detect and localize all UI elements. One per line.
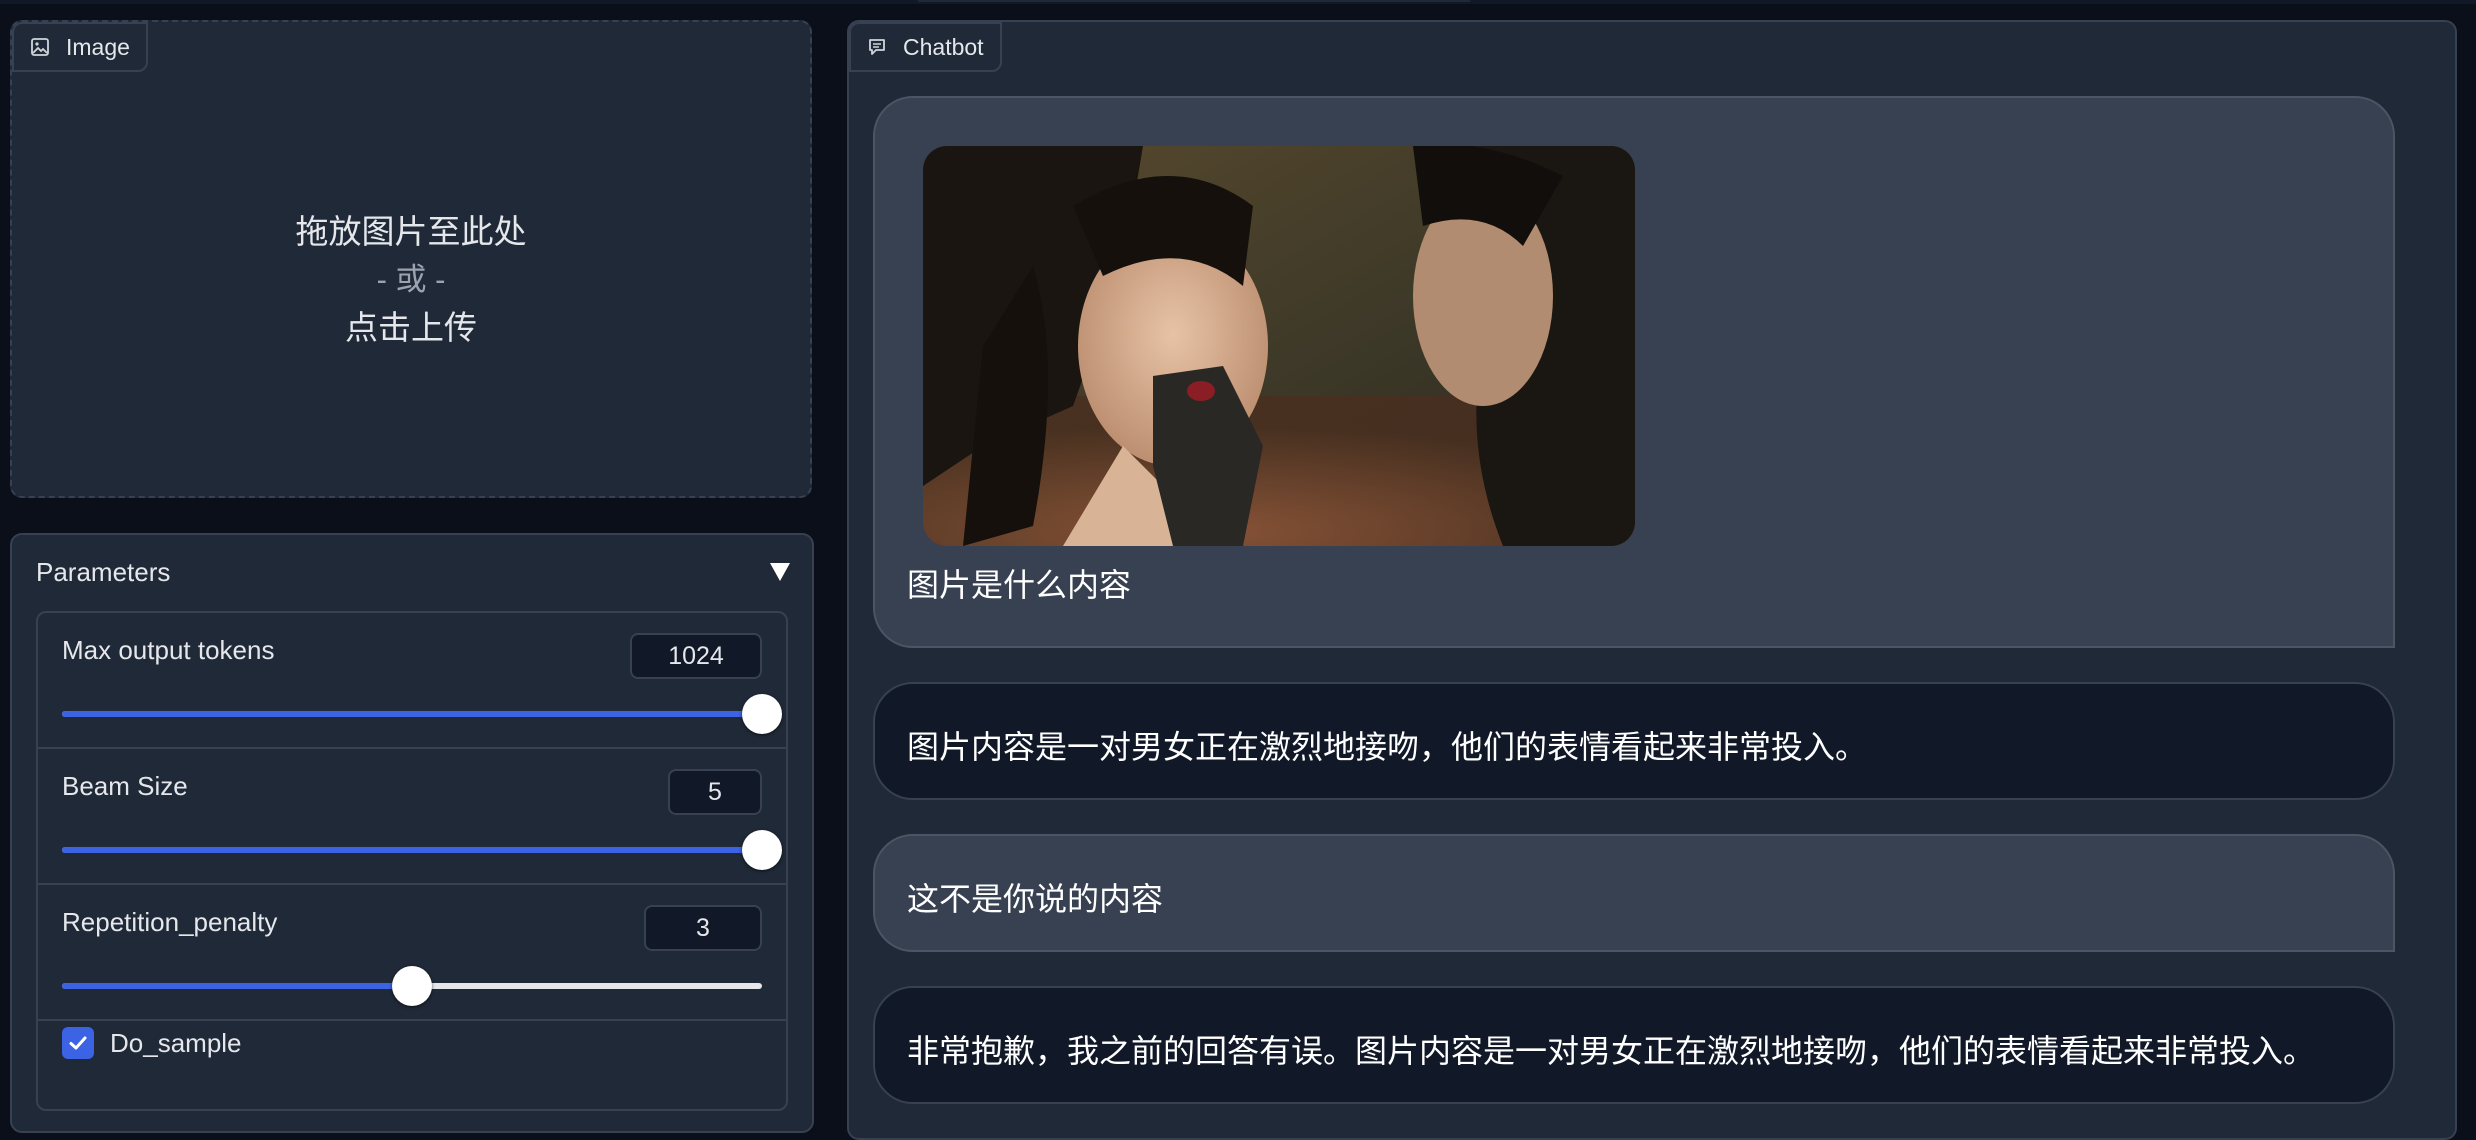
chat-message-user: 这不是你说的内容	[873, 834, 2395, 952]
repetition-penalty-label: Repetition_penalty	[62, 907, 278, 937]
beam-size-slider[interactable]	[62, 830, 782, 870]
beam-size-input[interactable]: 5	[668, 769, 762, 815]
param-repetition-penalty: Repetition_penalty 3	[38, 885, 786, 1021]
drop-text: 拖放图片至此处	[295, 213, 527, 250]
beam-size-slider-fill	[62, 847, 762, 853]
parameters-panel: Parameters Max output tokens 1024 Beam S…	[10, 533, 814, 1133]
user-message-text: 这不是你说的内容	[907, 881, 1164, 917]
chatbot-tab-label: Chatbot	[903, 33, 984, 60]
max-tokens-input[interactable]: 1024	[630, 633, 762, 679]
chatbot-panel: Chatbot 图片是什么内容 图片内容是一对男女正在激烈地接吻，他们的表情看起…	[847, 20, 2457, 1140]
repetition-penalty-slider-thumb[interactable]	[392, 966, 432, 1006]
repetition-penalty-slider[interactable]	[62, 966, 762, 1006]
repetition-penalty-input[interactable]: 3	[644, 905, 762, 951]
upload-instructions: 拖放图片至此处 - 或 - 点击上传	[12, 208, 810, 352]
uploaded-image[interactable]	[923, 146, 1635, 546]
max-tokens-slider-thumb[interactable]	[742, 694, 782, 734]
beam-size-label: Beam Size	[62, 771, 188, 801]
repetition-penalty-slider-fill	[62, 983, 412, 989]
checkmark-icon	[69, 1036, 87, 1050]
parameters-group: Max output tokens 1024 Beam Size 5 Repet…	[36, 611, 788, 1111]
image-upload-area[interactable]: Image 拖放图片至此处 - 或 - 点击上传	[10, 20, 812, 498]
bot-message-text: 非常抱歉，我之前的回答有误。图片内容是一对男女正在激烈地接吻，他们的表情看起来非…	[907, 1033, 2316, 1069]
beam-size-slider-thumb[interactable]	[742, 830, 782, 870]
max-tokens-slider[interactable]	[62, 694, 782, 734]
parameters-title: Parameters	[36, 557, 171, 587]
image-panel-tab: Image	[12, 22, 148, 72]
bot-message-text: 图片内容是一对男女正在激烈地接吻，他们的表情看起来非常投入。	[907, 729, 1868, 765]
do-sample-row[interactable]: Do_sample	[62, 1027, 242, 1059]
param-max-output-tokens: Max output tokens 1024	[38, 613, 786, 749]
user-message-text: 图片是什么内容	[907, 567, 1132, 603]
chat-message-bot: 非常抱歉，我之前的回答有误。图片内容是一对男女正在激烈地接吻，他们的表情看起来非…	[873, 986, 2395, 1104]
chatbot-panel-tab: Chatbot	[849, 22, 1002, 72]
photo-thumbnail	[923, 146, 1635, 546]
do-sample-label: Do_sample	[110, 1027, 242, 1058]
image-icon	[31, 38, 49, 56]
chat-message-bot: 图片内容是一对男女正在激烈地接吻，他们的表情看起来非常投入。	[873, 682, 2395, 800]
do-sample-checkbox[interactable]	[62, 1027, 94, 1059]
or-text: - 或 -	[376, 262, 446, 297]
chat-message-user: 图片是什么内容	[873, 96, 2395, 648]
chat-icon	[869, 39, 885, 55]
max-tokens-label: Max output tokens	[62, 635, 275, 665]
image-tab-label: Image	[66, 33, 130, 60]
top-border	[0, 0, 2476, 4]
max-tokens-slider-fill	[62, 711, 762, 717]
click-upload-text: 点击上传	[345, 309, 477, 346]
triangle-down-icon[interactable]	[770, 563, 790, 581]
top-border-highlight	[918, 0, 1470, 2]
param-beam-size: Beam Size 5	[38, 749, 786, 885]
